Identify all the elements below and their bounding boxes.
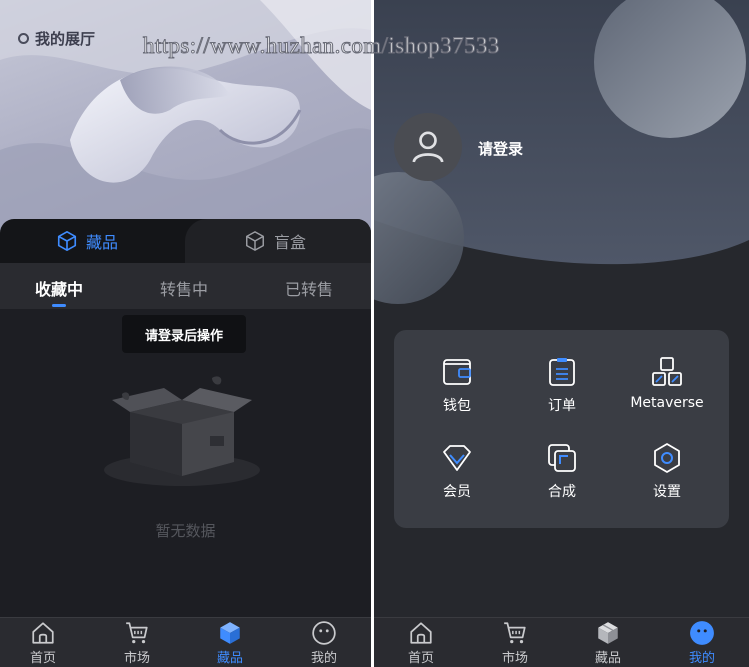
tab-resold[interactable]: 已转售 xyxy=(285,276,333,300)
status-tabs: 收藏中 转售中 已转售 xyxy=(0,263,371,309)
menu-wallet-label: 钱包 xyxy=(443,398,471,414)
menu-settings[interactable]: 设置 xyxy=(612,442,722,501)
hall-label: 我的展厅 xyxy=(35,30,96,48)
home-icon xyxy=(410,622,432,644)
blocks-icon xyxy=(652,357,682,386)
diamond-icon xyxy=(443,445,471,471)
smile-icon xyxy=(312,621,336,645)
nav-mine[interactable]: 我的 xyxy=(294,620,354,666)
active-tab-indicator xyxy=(52,304,66,307)
nav-market-label: 市场 xyxy=(501,651,528,666)
tab-collections-label: 藏品 xyxy=(86,233,119,252)
nav-collections[interactable]: 藏品 xyxy=(200,620,260,666)
type-tabs: 藏品 盲盒 xyxy=(0,219,371,263)
profile-screen: 请登录 钱包 订单 Metaverse 会员 合成 设置 首页 市场 藏品 我的 xyxy=(374,0,749,667)
box-outline-icon xyxy=(246,231,264,251)
menu-membership-label: 会员 xyxy=(443,484,471,500)
nav-collections[interactable]: 藏品 xyxy=(578,620,638,666)
tab-blind-box[interactable]: 盲盒 xyxy=(244,219,306,263)
order-icon xyxy=(549,358,575,386)
menu-compose[interactable]: 合成 xyxy=(507,442,617,501)
nav-home-label: 首页 xyxy=(29,651,56,666)
hall-dot-icon xyxy=(18,33,29,44)
collection-screen: 我的展厅 藏品 盲盒 收藏中 转售中 已转售 请登录后操作 暂无数据 首页 市场… xyxy=(0,0,371,667)
cube-icon xyxy=(220,622,240,644)
cube-icon xyxy=(598,622,618,644)
nav-market[interactable]: 市场 xyxy=(107,620,167,666)
login-link[interactable]: 请登录 xyxy=(478,138,523,159)
nav-home[interactable]: 首页 xyxy=(13,620,73,666)
nav-collections-label: 藏品 xyxy=(594,651,621,666)
my-hall-link[interactable]: 我的展厅 xyxy=(18,28,95,49)
settings-icon xyxy=(654,443,680,473)
bottom-nav: 首页 市场 藏品 我的 xyxy=(0,617,371,667)
menu-metaverse-label: Metaverse xyxy=(630,395,704,411)
nav-home[interactable]: 首页 xyxy=(391,620,451,666)
home-icon xyxy=(32,622,54,644)
menu-compose-label: 合成 xyxy=(548,484,576,500)
tab-holding[interactable]: 收藏中 xyxy=(35,276,83,300)
cart-icon xyxy=(126,622,148,644)
wallet-icon xyxy=(443,359,471,385)
empty-box-illustration xyxy=(104,376,260,486)
nav-mine[interactable]: 我的 xyxy=(672,620,732,666)
watermark-text: https://www.huzhan.com/ishop37533 xyxy=(143,33,500,59)
menu-orders[interactable]: 订单 xyxy=(507,356,617,415)
nav-mine-label: 我的 xyxy=(310,651,337,666)
menu-wallet[interactable]: 钱包 xyxy=(402,356,512,415)
tab-collections[interactable]: 藏品 xyxy=(56,219,118,263)
user-icon xyxy=(412,131,444,163)
nav-market[interactable]: 市场 xyxy=(485,620,545,666)
nav-home-label: 首页 xyxy=(407,651,434,666)
feature-menu: 钱包 订单 Metaverse 会员 合成 设置 xyxy=(394,330,729,528)
tab-blind-box-label: 盲盒 xyxy=(274,233,307,252)
bottom-nav: 首页 市场 藏品 我的 xyxy=(374,617,749,667)
nav-collections-label: 藏品 xyxy=(216,651,243,666)
nav-market-label: 市场 xyxy=(123,651,150,666)
compose-icon xyxy=(548,444,576,472)
tab-reselling[interactable]: 转售中 xyxy=(160,276,208,300)
cube-outline-icon xyxy=(57,231,77,251)
empty-state-text: 暂无数据 xyxy=(155,522,216,540)
menu-metaverse[interactable]: Metaverse xyxy=(612,356,722,411)
menu-settings-label: 设置 xyxy=(653,484,681,500)
smile-icon xyxy=(690,621,714,645)
login-toast: 请登录后操作 xyxy=(122,315,246,353)
cart-icon xyxy=(504,622,526,644)
menu-membership[interactable]: 会员 xyxy=(402,442,512,501)
nav-mine-label: 我的 xyxy=(688,651,715,666)
menu-orders-label: 订单 xyxy=(548,398,576,414)
avatar[interactable] xyxy=(394,113,462,181)
